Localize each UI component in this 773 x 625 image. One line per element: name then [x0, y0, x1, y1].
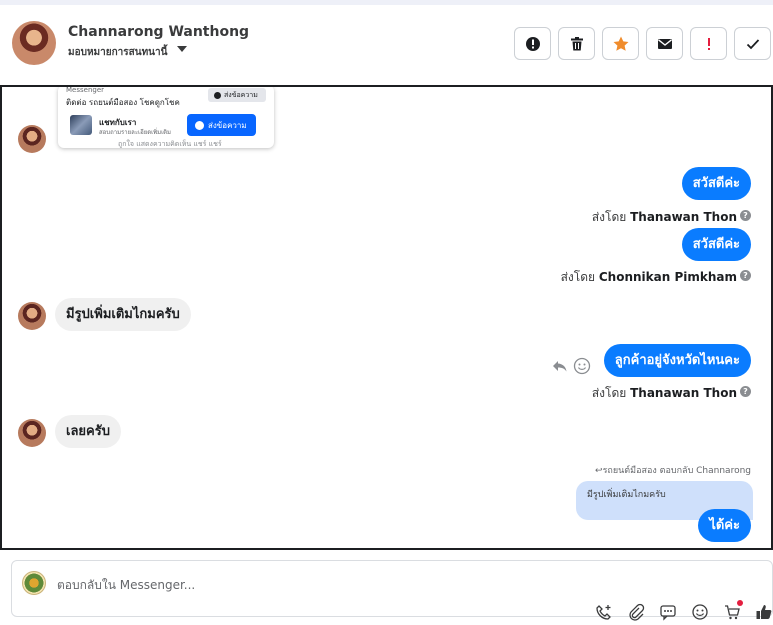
- alert-circle-icon: [525, 36, 540, 51]
- reply-icon[interactable]: [552, 358, 568, 374]
- reply-input[interactable]: ตอบกลับใน Messenger...: [57, 576, 195, 595]
- follow-up-button[interactable]: [690, 27, 727, 60]
- outgoing-message[interactable]: สวัสดีค่ะ: [681, 167, 751, 200]
- messenger-icon: [214, 91, 221, 99]
- sender-name: Chonnikan Pimkham: [598, 270, 737, 284]
- incoming-message[interactable]: มีรูปเพิ่มเติมไกมครับ: [55, 298, 191, 331]
- saved-reply-icon[interactable]: [595, 603, 613, 621]
- composer-toolbar: [595, 600, 773, 621]
- mark-done-button[interactable]: [734, 27, 771, 60]
- emoji-reaction-icon[interactable]: [573, 357, 591, 375]
- card-send-message-button-small[interactable]: ส่งข้อความ: [208, 88, 266, 102]
- assign-conversation-dropdown[interactable]: มอบหมายการสนทนานี้: [68, 45, 167, 60]
- card-send-label: ส่งข้อความ: [224, 90, 258, 99]
- action-toolbar: [514, 27, 771, 60]
- card-send-main-label: ส่งข้อความ: [208, 120, 247, 130]
- ad-reference-card[interactable]: Messenger ติดต่อ รถยนต์มือสอง โชคดูกโชค …: [58, 86, 274, 148]
- sent-by-prefix: ส่งโดย: [591, 386, 627, 400]
- notification-dot: [737, 600, 743, 606]
- sent-by-prefix: ส่งโดย: [560, 270, 596, 284]
- info-icon[interactable]: ?: [740, 386, 751, 397]
- caret-down-icon[interactable]: [177, 46, 187, 52]
- message-thread[interactable]: Messenger ติดต่อ รถยนต์มือสอง โชคดูกโชค …: [0, 85, 773, 550]
- check-icon: [746, 38, 759, 49]
- sent-by-prefix: ส่งโดย: [591, 210, 627, 224]
- sent-by-label: ส่งโดย Thanawan Thon: [592, 384, 751, 403]
- outgoing-message[interactable]: สวัสดีค่ะ: [681, 228, 751, 261]
- conversation-header: Channarong Wanthong มอบหมายการสนทนานี้: [0, 5, 773, 83]
- delete-button[interactable]: [558, 27, 595, 60]
- envelope-icon: [657, 38, 672, 49]
- incoming-message[interactable]: เลยครับ: [55, 415, 121, 448]
- sender-name: Thanawan Thon: [630, 386, 737, 400]
- car-thumbnail: [70, 115, 92, 135]
- card-send-message-button[interactable]: ส่งข้อความ: [187, 114, 256, 136]
- reply-context-label: ↩รถยนต์มือสอง ตอบกลับ Channarong: [595, 466, 751, 476]
- card-title: ติดต่อ รถยนต์มือสอง โชคดูกโชค: [66, 98, 180, 107]
- contact-avatar-small: [18, 419, 46, 447]
- info-icon[interactable]: ?: [740, 210, 751, 221]
- mark-spam-button[interactable]: [514, 27, 551, 60]
- cart-icon[interactable]: [723, 600, 743, 621]
- info-icon[interactable]: ?: [740, 270, 751, 281]
- outgoing-message[interactable]: ได้ค่ะ: [698, 509, 751, 542]
- exclamation-icon: [707, 37, 710, 50]
- composer: ตอบกลับใน Messenger...: [11, 560, 773, 621]
- contact-avatar[interactable]: [12, 21, 56, 65]
- sent-by-label: ส่งโดย Chonnikan Pimkham: [561, 268, 751, 287]
- mark-unread-button[interactable]: [646, 27, 683, 60]
- emoji-icon[interactable]: [691, 603, 709, 621]
- star-button[interactable]: [602, 27, 639, 60]
- card-page-subtitle: สอบถามรายละเอียดเพิ่มเติม: [99, 129, 171, 136]
- card-brand: Messenger: [66, 86, 105, 94]
- attachment-icon[interactable]: [627, 603, 645, 621]
- trash-icon: [570, 36, 583, 50]
- contact-avatar-small: [18, 125, 46, 153]
- sent-by-label: ส่งโดย Thanawan Thon: [592, 208, 751, 227]
- contact-name[interactable]: Channarong Wanthong: [68, 24, 249, 40]
- page-avatar: [22, 571, 46, 595]
- contact-avatar-small: [18, 302, 46, 330]
- like-icon[interactable]: [755, 603, 773, 621]
- card-reactions-row: ถูกใจ แสดงความคิดเห็น แชร์ แชร์: [118, 140, 222, 148]
- reply-arrow-icon: ↩: [595, 466, 603, 476]
- messenger-icon: [195, 120, 204, 130]
- sender-name: Thanawan Thon: [630, 210, 737, 224]
- outgoing-message[interactable]: ลูกค้าอยู่จังหวัดไหนคะ: [603, 344, 751, 377]
- star-icon: [613, 36, 628, 51]
- message-template-icon[interactable]: [659, 603, 677, 621]
